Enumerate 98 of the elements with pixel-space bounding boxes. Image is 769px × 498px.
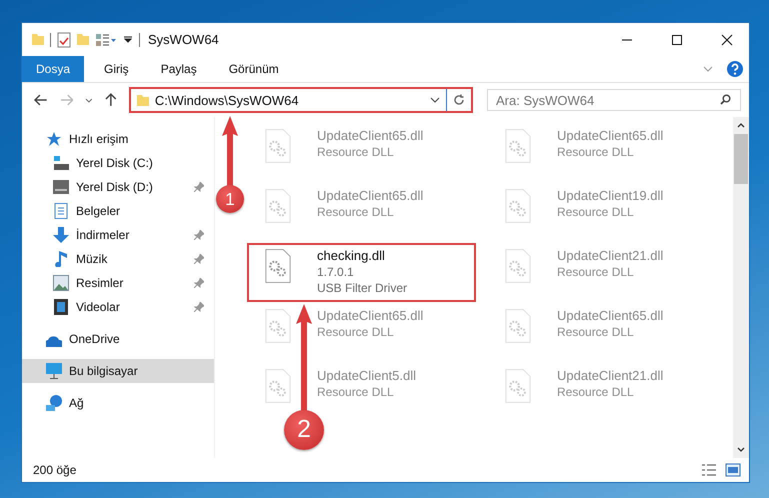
docs-icon [53,203,69,219]
close-icon[interactable] [721,34,733,46]
back-arrow-icon[interactable] [34,94,48,106]
download-icon [53,227,69,243]
file-detail: Resource DLL [317,385,395,399]
file-detail: Resource DLL [317,325,395,339]
file-tile[interactable]: UpdateClient19.dll Resource DLL [487,183,716,242]
file-tile[interactable]: UpdateClient65.dll Resource DLL [487,303,716,362]
sidebar-item[interactable]: Belgeler [22,199,214,223]
address-path: C:\Windows\SysWOW64 [154,92,299,108]
up-arrow-icon[interactable] [105,93,117,107]
sidebar-label: Yerel Disk (C:) [76,156,153,170]
search-icon [720,94,731,105]
folder-icon [32,34,44,45]
sidebar-label: Müzik [76,252,108,266]
file-detail: Resource DLL [317,145,395,159]
file-detail: Resource DLL [557,205,635,219]
file-tile[interactable]: UpdateClient65.dll Resource DLL [487,123,716,182]
file-tile[interactable]: UpdateClient65.dll Resource DLL [247,123,476,182]
sidebar-item[interactable]: İndirmeler [22,223,214,247]
sidebar-label: OneDrive [69,332,120,346]
scroll-up-icon[interactable] [737,123,745,128]
arrow [222,116,238,186]
window-title: SysWOW64 [148,32,219,47]
customize-icon[interactable] [123,36,133,44]
sidebar-item[interactable]: Ağ [22,391,214,415]
dropdown-icon[interactable] [85,98,94,102]
file-detail: USB Filter Driver [317,281,408,295]
minimize-icon[interactable] [621,38,633,40]
file-name[interactable]: UpdateClient65.dll [317,128,424,143]
file-detail: 1.7.0.1 [317,265,355,279]
refresh-icon[interactable] [453,94,465,106]
pin-icon[interactable] [194,278,204,288]
sidebar-item[interactable]: Müzik [22,247,214,271]
file-name[interactable]: UpdateClient5.dll [317,368,416,383]
sidebar-label: Resimler [76,276,124,290]
file-name[interactable]: UpdateClient21.dll [557,368,664,383]
file-name[interactable]: UpdateClient65.dll [557,308,664,323]
file-name[interactable]: UpdateClient21.dll [557,248,664,263]
folder-icon [136,94,149,106]
pc-icon [46,363,62,379]
pin-icon[interactable] [194,302,204,312]
pictures-icon [53,275,69,291]
large-icons-view-icon[interactable] [725,463,741,477]
pin-icon[interactable] [194,182,204,192]
search-field[interactable]: Ara: SysWOW64 [487,89,741,111]
sidebar-item[interactable]: Resimler [22,271,214,295]
sidebar-label: Hızlı erişim [69,132,128,146]
file-tile[interactable]: UpdateClient21.dll Resource DLL [487,363,716,422]
music-icon [53,251,69,267]
ribbon-tab[interactable]: Dosya [22,56,84,82]
pin-icon[interactable] [194,230,204,240]
sidebar-label: Bu bilgisayar [69,364,138,378]
sidebar-label: Ağ [69,396,84,410]
sidebar-item[interactable]: OneDrive [22,327,214,351]
help-icon[interactable] [727,61,743,77]
address-bar[interactable]: C:\Windows\SysWOW64 [128,87,473,113]
file-detail: Resource DLL [317,205,395,219]
pin-icon[interactable] [194,254,204,264]
file-detail: Resource DLL [557,265,635,279]
properties-icon[interactable] [57,32,71,48]
sysdrive-icon [53,155,69,171]
sidebar-label: Belgeler [76,204,120,218]
maximize-icon[interactable] [671,34,683,46]
file-name[interactable]: UpdateClient65.dll [557,128,664,143]
file-name[interactable]: UpdateClient19.dll [557,188,664,203]
file-tile[interactable]: checking.dll 1.7.0.1 USB Filter Driver [247,243,476,302]
sidebar-label: İndirmeler [76,228,130,242]
file-detail: Resource DLL [557,385,635,399]
video-icon [53,299,69,315]
sidebar-item[interactable]: Yerel Disk (C:) [22,151,214,175]
file-detail: Resource DLL [557,325,635,339]
view-options-icon[interactable] [95,32,117,46]
star-icon [46,131,62,147]
sidebar-label: Yerel Disk (D:) [76,180,153,194]
file-tile[interactable]: UpdateClient65.dll Resource DLL [247,303,476,362]
sidebar-item[interactable]: Videolar [22,295,214,319]
dropdown-icon[interactable] [430,97,440,103]
scroll-down-icon[interactable] [737,447,745,452]
scrollbar-thumb[interactable] [734,134,748,184]
item-count: 200 öğe [33,463,76,477]
chevron-icon[interactable] [703,66,713,72]
sidebar-item[interactable]: Bu bilgisayar [22,359,214,383]
file-name[interactable]: UpdateClient65.dll [317,188,424,203]
ribbon-tab[interactable]: Paylaş [148,56,209,82]
file-name[interactable]: checking.dll [317,248,408,263]
details-view-icon[interactable] [701,464,717,476]
ribbon-tab[interactable]: Giriş [92,56,141,82]
drive-icon [53,179,69,195]
sidebar-item[interactable]: Hızlı erişim [22,127,214,151]
file-tile[interactable]: UpdateClient21.dll Resource DLL [487,243,716,302]
ribbon-tab[interactable]: Görünüm [216,56,291,82]
sidebar-label: Videolar [76,300,120,314]
file-tile[interactable]: UpdateClient65.dll Resource DLL [247,183,476,242]
file-name[interactable]: UpdateClient65.dll [317,308,424,323]
network-icon [46,395,62,411]
sidebar-item[interactable]: Yerel Disk (D:) [22,175,214,199]
file-detail: Resource DLL [557,145,635,159]
